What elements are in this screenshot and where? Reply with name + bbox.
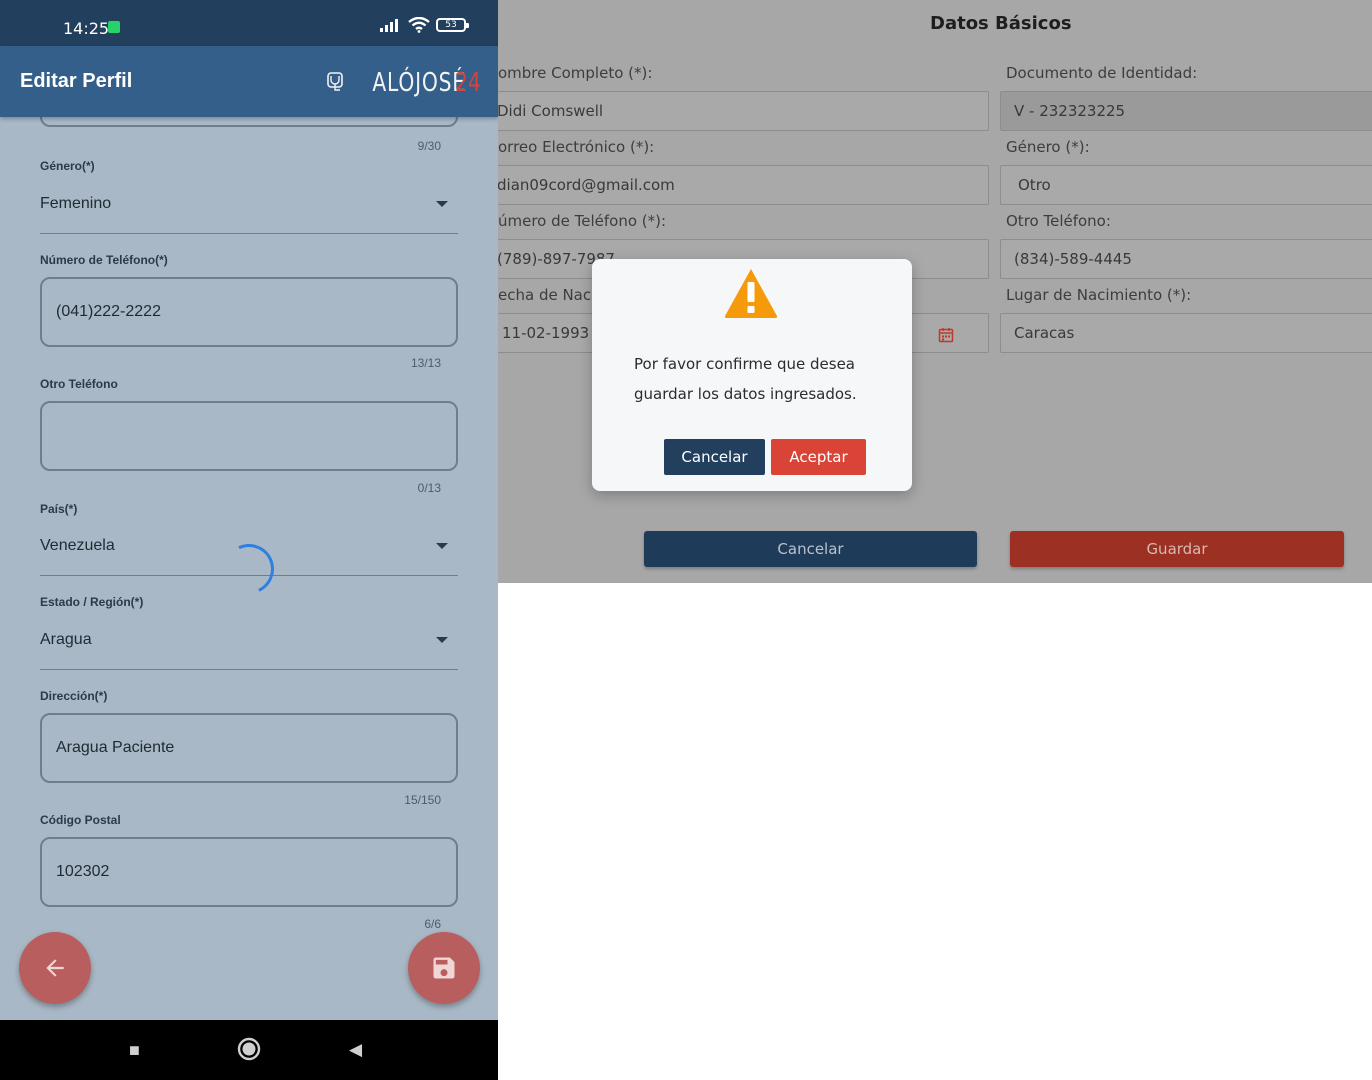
genero-label: Género(*) xyxy=(40,159,95,173)
otro-telefono-input[interactable] xyxy=(40,401,458,471)
correo-input[interactable]: dian09cord@gmail.com xyxy=(498,165,989,205)
dialog-cancel-button[interactable]: Cancelar xyxy=(664,439,765,475)
signal-icon xyxy=(380,19,398,32)
whatsapp-notification-icon xyxy=(108,21,120,33)
dialog-accept-button[interactable]: Aceptar xyxy=(771,439,866,475)
chevron-down-icon xyxy=(436,543,448,549)
home-icon[interactable] xyxy=(237,1037,261,1066)
direccion-value: Aragua Paciente xyxy=(56,739,175,756)
warning-icon xyxy=(724,269,778,318)
telefono-counter: 13/13 xyxy=(410,356,441,370)
dialog-message: Por favor confirme que desea guardar los… xyxy=(634,355,857,403)
documento-label: Documento de Identidad: xyxy=(1006,64,1198,82)
status-bar: 14:25 53 xyxy=(0,0,498,46)
arrow-left-icon xyxy=(46,959,64,977)
nombre-value: Didi Comswell xyxy=(498,102,604,120)
estado-select[interactable]: Aragua xyxy=(40,623,458,671)
lugar-input[interactable]: Caracas xyxy=(1000,313,1372,353)
genero-select[interactable]: Otro xyxy=(1000,165,1372,205)
estado-label: Estado / Región(*) xyxy=(40,595,144,609)
codigo-postal-label: Código Postal xyxy=(40,813,121,827)
logo-text: ALÓJOSÉ xyxy=(372,68,466,98)
back-nav-icon[interactable]: ◀ xyxy=(349,1040,362,1060)
genero-value: Otro xyxy=(1018,176,1051,194)
profile-form: 9/30 Género(*) Femenino Número de Teléfo… xyxy=(0,87,498,1020)
battery-icon: 53 xyxy=(436,18,469,32)
direccion-input[interactable]: Aragua Paciente xyxy=(40,713,458,783)
divider xyxy=(40,669,458,670)
telefono-value: (041)222-2222 xyxy=(56,303,161,320)
pais-value: Venezuela xyxy=(40,537,115,554)
app-bar: Editar Perfil ALÓJOSÉ 24 xyxy=(0,46,498,117)
save-button[interactable]: Guardar xyxy=(1010,531,1344,567)
chevron-down-icon xyxy=(436,201,448,207)
app-logo: ALÓJOSÉ 24 xyxy=(327,68,488,98)
nombre-input[interactable]: Didi Comswell xyxy=(498,91,989,131)
chevron-down-icon xyxy=(436,637,448,643)
lugar-label: Lugar de Nacimiento (*): xyxy=(1006,286,1192,304)
otro-telefono-label: Otro Teléfono: xyxy=(1006,212,1111,230)
fecha-label: echa de Nac xyxy=(498,286,592,304)
pais-label: País(*) xyxy=(40,502,78,516)
otro-telefono-value: (834)-589-4445 xyxy=(1014,250,1132,268)
lugar-value: Caracas xyxy=(1014,324,1075,342)
logo-accent-text: 24 xyxy=(454,68,481,98)
otro-telefono-counter: 0/13 xyxy=(417,481,441,495)
direccion-counter: 15/150 xyxy=(404,793,441,807)
floppy-disk-icon xyxy=(433,957,455,979)
stethoscope-logo-icon xyxy=(327,72,343,91)
codigo-postal-counter: 6/6 xyxy=(424,917,441,931)
genero-select[interactable]: Femenino xyxy=(40,187,458,235)
correo-label: orreo Electrónico (*): xyxy=(498,138,655,156)
telefono-label: úmero de Teléfono (*): xyxy=(498,212,667,230)
status-icons: 53 xyxy=(380,17,469,33)
genero-label: Género (*): xyxy=(1006,138,1090,156)
page-title: Editar Perfil xyxy=(20,70,133,92)
divider xyxy=(40,233,458,234)
section-title: Datos Básicos xyxy=(930,13,1072,34)
telefono-input[interactable]: (041)222-2222 xyxy=(40,277,458,347)
name-counter: 9/30 xyxy=(417,139,441,153)
back-button[interactable] xyxy=(19,932,91,1004)
genero-value: Femenino xyxy=(40,195,112,212)
nombre-label: ombre Completo (*): xyxy=(498,64,653,82)
cancel-button[interactable]: Cancelar xyxy=(644,531,977,567)
calendar-icon[interactable] xyxy=(938,327,954,343)
otro-telefono-label: Otro Teléfono xyxy=(40,377,118,391)
save-button[interactable] xyxy=(408,932,480,1004)
confirm-dialog: Por favor confirme que desea guardar los… xyxy=(592,259,912,491)
codigo-postal-input[interactable]: 102302 xyxy=(40,837,458,907)
correo-value: dian09cord@gmail.com xyxy=(498,176,675,194)
documento-input[interactable]: V - 232323225 xyxy=(1000,91,1372,131)
status-time: 14:25 xyxy=(63,19,110,38)
documento-value: V - 232323225 xyxy=(1014,102,1126,120)
estado-value: Aragua xyxy=(40,631,92,648)
direccion-label: Dirección(*) xyxy=(40,689,108,703)
otro-telefono-input[interactable]: (834)-589-4445 xyxy=(1000,239,1372,279)
recent-apps-icon[interactable]: ■ xyxy=(129,1040,140,1061)
fecha-value: 11-02-1993 xyxy=(502,324,590,342)
mobile-app-screen: 14:25 53 Editar Perfil ALÓJOSÉ 24 9/30 G… xyxy=(0,0,498,1080)
wifi-icon xyxy=(408,17,430,33)
android-nav-bar: ■ ◀ xyxy=(0,1020,498,1080)
codigo-postal-value: 102302 xyxy=(56,863,110,880)
telefono-label: Número de Teléfono(*) xyxy=(40,253,168,267)
